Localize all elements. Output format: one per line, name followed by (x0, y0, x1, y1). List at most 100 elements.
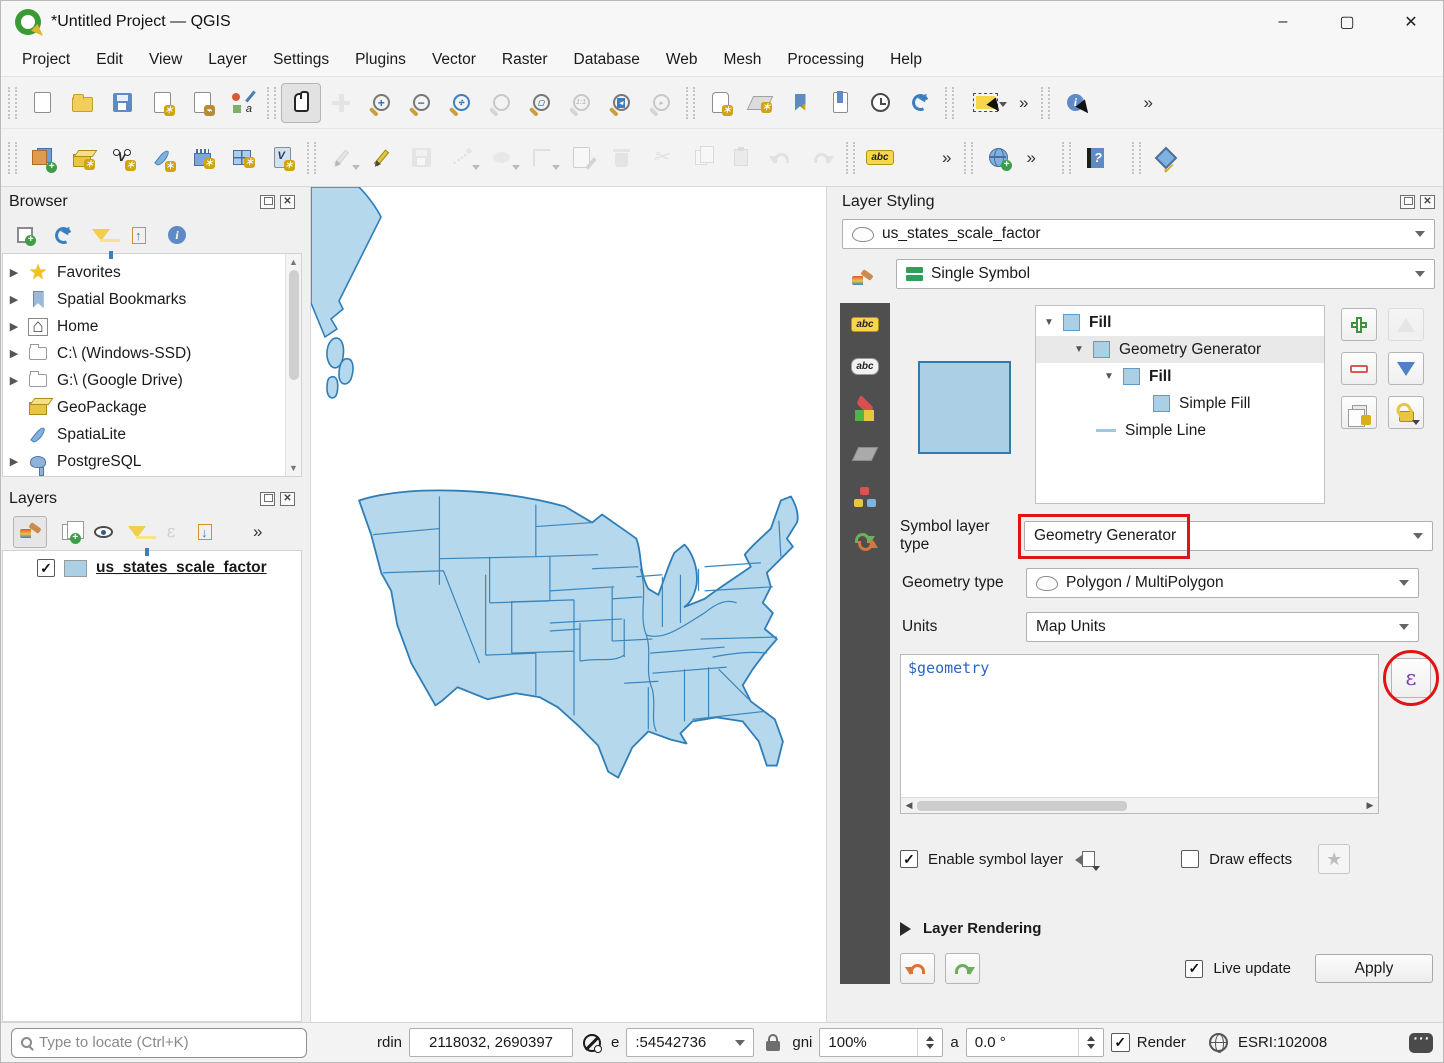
layers-close-icon[interactable]: ✕ (280, 492, 295, 506)
filter-by-expression-button[interactable]: ε (159, 520, 183, 544)
panel-splitter-vertical[interactable] (303, 187, 310, 1022)
minimize-button[interactable]: – (1251, 1, 1315, 43)
messages-button[interactable] (1409, 1031, 1433, 1055)
browser-item-favorites[interactable]: ▶★Favorites (9, 259, 285, 286)
toolbar-overflow[interactable]: » (1011, 93, 1036, 113)
panel-splitter-vertical[interactable] (827, 187, 834, 1022)
style-manager-button[interactable]: a (222, 83, 262, 123)
digitize-with-segment-button[interactable] (441, 138, 481, 178)
diagrams-tab[interactable] (855, 447, 875, 461)
save-layer-edits-button[interactable] (401, 138, 441, 178)
new-3d-map-view-button[interactable]: ＊ (740, 83, 780, 123)
units-selector[interactable]: Map Units (1026, 612, 1419, 642)
menu-help[interactable]: Help (877, 47, 935, 73)
open-layer-styling-button[interactable] (13, 516, 47, 548)
3d-view-tab[interactable] (855, 401, 875, 421)
scroll-left-icon[interactable]: ◀ (901, 800, 917, 811)
metasearch-button[interactable]: + (978, 138, 1018, 178)
expression-editor[interactable]: $geometry ◀ ▶ (900, 654, 1379, 814)
select-features-button[interactable] (959, 83, 1011, 123)
menu-view[interactable]: View (136, 47, 195, 73)
toolbar-grip[interactable] (686, 87, 695, 119)
new-geopackage-layer-button[interactable]: ＊ (62, 138, 102, 178)
magnifier-spinner[interactable] (917, 1029, 934, 1056)
manage-visibility-button[interactable] (91, 520, 115, 544)
new-gpx-layer-button[interactable]: V＊ (262, 138, 302, 178)
browser-add-layers-button[interactable]: + (13, 223, 37, 247)
style-tab[interactable] (854, 487, 876, 507)
check-geometries-button[interactable] (1146, 138, 1186, 178)
close-button[interactable]: ✕ (1379, 1, 1443, 43)
collapse-arrow-icon[interactable]: ▼ (1074, 344, 1084, 355)
menu-mesh[interactable]: Mesh (711, 47, 775, 73)
browser-float-icon[interactable] (260, 195, 275, 209)
new-project-button[interactable] (22, 83, 62, 123)
move-down-button[interactable] (1388, 352, 1424, 385)
browser-item-spatialite[interactable]: SpatiaLite (9, 421, 285, 448)
filter-legend-button[interactable] (125, 520, 149, 544)
expand-arrow-icon[interactable]: ▶ (9, 347, 19, 360)
new-spatial-bookmark-button[interactable]: ＊ (780, 83, 820, 123)
refresh-map-button[interactable] (900, 83, 940, 123)
remove-symbol-layer-button[interactable] (1341, 352, 1377, 385)
expression-hscrollbar[interactable]: ◀ ▶ (901, 797, 1378, 813)
current-edits-button[interactable] (361, 138, 401, 178)
styling-layer-selector[interactable]: us_states_scale_factor (842, 219, 1435, 249)
toolbar-overflow[interactable]: » (934, 148, 959, 168)
zoom-out-button[interactable]: − (401, 83, 441, 123)
menu-database[interactable]: Database (561, 47, 653, 73)
masks-tab[interactable]: abc (851, 358, 878, 375)
browser-collapse-all-button[interactable] (127, 223, 151, 247)
data-source-manager-button[interactable]: + (22, 138, 62, 178)
extents-toggle-button[interactable] (580, 1031, 604, 1055)
expand-arrow-icon[interactable]: ▶ (9, 320, 19, 333)
zoom-to-layer-button[interactable]: ▢ (521, 83, 561, 123)
coordinate-field[interactable]: 2118032, 2690397 (409, 1028, 573, 1057)
styling-redo-button[interactable] (945, 953, 980, 984)
pan-to-selection-button[interactable] (321, 83, 361, 123)
panel-splitter-horizontal[interactable] (1, 477, 303, 484)
layer-rendering-section[interactable]: Layer Rendering (900, 916, 1433, 937)
collapse-arrow-icon[interactable]: ▼ (1044, 317, 1054, 328)
locator-search[interactable] (11, 1028, 307, 1058)
show-spatial-bookmarks-button[interactable] (820, 83, 860, 123)
modify-attributes-button[interactable] (561, 138, 601, 178)
zoom-full-button[interactable]: ✣ (441, 83, 481, 123)
enable-symbol-layer-checkbox[interactable]: ✓ (900, 850, 918, 868)
expression-text[interactable]: $geometry (901, 655, 1378, 797)
maximize-button[interactable]: ▢ (1315, 1, 1379, 43)
cut-features-button[interactable]: ✂ (641, 138, 681, 178)
geometry-type-selector[interactable]: Polygon / MultiPolygon (1026, 568, 1419, 598)
menu-settings[interactable]: Settings (260, 47, 342, 73)
spin-down-icon[interactable] (1087, 1044, 1095, 1049)
collapsed-arrow-icon[interactable] (900, 922, 911, 936)
symbol-layer-type-selector[interactable]: Geometry Generator (1024, 521, 1433, 551)
scroll-right-icon[interactable]: ▶ (1362, 800, 1378, 811)
spin-down-icon[interactable] (926, 1044, 934, 1049)
zoom-next-button[interactable]: ▸ (641, 83, 681, 123)
new-temporary-scratch-layer-button[interactable]: ＊ (182, 138, 222, 178)
new-print-layout-button[interactable]: ＊ (142, 83, 182, 123)
spin-up-icon[interactable] (1087, 1036, 1095, 1041)
symbol-tree-row-subfill[interactable]: ▼ Fill (1036, 363, 1324, 390)
move-up-button[interactable] (1388, 308, 1424, 341)
live-update-checkbox[interactable]: ✓ (1185, 960, 1203, 978)
symbol-tree-row-simple-fill[interactable]: Simple Fill (1036, 390, 1324, 417)
symbology-tab[interactable] (840, 259, 884, 299)
menu-edit[interactable]: Edit (83, 47, 136, 73)
effects-options-button[interactable]: ★ (1318, 844, 1350, 874)
toolbar-grip[interactable] (945, 87, 954, 119)
scale-selector[interactable]: :54542736 (626, 1028, 754, 1057)
layer-row-us-states[interactable]: ✓ us_states_scale_factor (37, 559, 301, 577)
browser-item-postgresql[interactable]: ▶PostgreSQL (9, 448, 285, 475)
paste-features-button[interactable] (721, 138, 761, 178)
symbol-tree-row-geometry-generator[interactable]: ▼ Geometry Generator (1036, 336, 1324, 363)
hscrollbar-thumb[interactable] (917, 801, 1127, 811)
zoom-last-button[interactable]: ◂ (601, 83, 641, 123)
menu-processing[interactable]: Processing (774, 47, 877, 73)
expression-builder-button[interactable]: ε (1391, 658, 1431, 698)
labels-tab[interactable]: abc (851, 317, 878, 332)
render-checkbox[interactable]: ✓ (1111, 1033, 1130, 1052)
layers-toolbar-overflow[interactable]: » (245, 522, 270, 542)
expand-arrow-icon[interactable]: ▶ (9, 455, 19, 468)
